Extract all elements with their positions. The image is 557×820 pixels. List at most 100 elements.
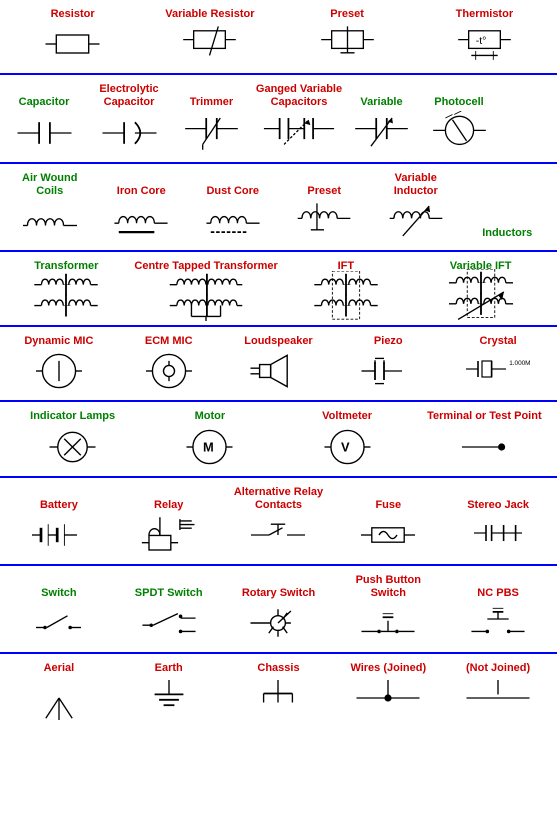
symbol-variable-cap <box>354 112 409 154</box>
symbol-relay-contacts <box>248 514 308 556</box>
symbol-chassis <box>256 677 300 719</box>
cell-air-coil: Air Wound Coils <box>4 170 96 244</box>
cell-thermistor: Thermistor <box>416 6 553 67</box>
label-wires-not-joined: (Not Joined) <box>466 662 530 675</box>
section-switches: Switch SPDT Switch Rotary Switch Push Bu… <box>0 566 557 654</box>
cell-inductors-label: Inductors <box>462 225 554 244</box>
cell-rotary: Rotary Switch <box>224 585 334 646</box>
symbol-piezo <box>361 350 416 392</box>
symbol-rotary <box>248 602 308 644</box>
cell-motor: Motor <box>141 408 278 469</box>
label-voltmeter: Voltmeter <box>322 410 372 423</box>
cell-battery: Battery <box>4 497 114 558</box>
cell-earth: Earth <box>114 660 224 721</box>
cell-speaker: Loudspeaker <box>224 333 334 394</box>
symbol-variable-resistor <box>182 23 237 65</box>
cell-variable-resistor: Variable Resistor <box>141 6 278 67</box>
section-connections: Aerial Earth Chassis Wires (Joined) (Not… <box>0 654 557 727</box>
label-air-coil: Air Wound Coils <box>8 172 92 198</box>
label-spdt: SPDT Switch <box>135 587 203 600</box>
cell-switch: Switch <box>4 585 114 646</box>
label-variable-cap: Variable <box>360 96 402 109</box>
symbol-lamp <box>45 426 100 468</box>
cell-wires-not-joined: (Not Joined) <box>443 660 553 721</box>
cell-resistor: Resistor <box>4 6 141 67</box>
symbol-spdt <box>139 602 199 644</box>
symbol-variable-inductor <box>386 200 446 242</box>
label-dynamic-mic: Dynamic MIC <box>24 335 93 348</box>
symbol-ganged <box>259 112 339 154</box>
symbol-relay <box>139 514 199 556</box>
section-resistors: Resistor Variable Resistor Preset Thermi… <box>0 0 557 75</box>
label-battery: Battery <box>40 499 78 512</box>
section-battery: Battery Relay Alternative Relay Contacts… <box>0 478 557 566</box>
label-inductors: Inductors <box>482 227 532 240</box>
symbol-stereo-jack <box>468 514 528 556</box>
label-fuse: Fuse <box>375 499 401 512</box>
cell-ecm-mic: ECM MIC <box>114 333 224 394</box>
cell-transformer: Transformer <box>4 258 129 319</box>
symbol-air-coil <box>20 200 80 242</box>
label-ecm-mic: ECM MIC <box>145 335 193 348</box>
label-preset: Preset <box>330 8 364 21</box>
symbol-battery <box>29 514 89 556</box>
section-capacitors: Capacitor Electrolytic Capacitor Trimmer… <box>0 75 557 163</box>
cell-ift: IFT <box>284 258 409 319</box>
label-photocell: Photocell <box>434 96 484 109</box>
label-motor: Motor <box>195 410 226 423</box>
label-speaker: Loudspeaker <box>244 335 312 348</box>
symbol-ift <box>311 275 381 317</box>
label-test-point: Terminal or Test Point <box>427 410 542 423</box>
label-chassis: Chassis <box>257 662 299 675</box>
cell-preset-inductor: Preset <box>279 183 371 244</box>
symbol-electrolytic <box>102 112 157 154</box>
label-stereo-jack: Stereo Jack <box>467 499 529 512</box>
symbol-switch <box>31 602 86 644</box>
cell-ganged: Ganged Variable Capacitors <box>249 81 349 155</box>
symbol-thermistor <box>457 23 512 65</box>
symbol-aerial <box>39 677 79 719</box>
symbol-voltmeter <box>320 426 375 468</box>
label-switch: Switch <box>41 587 76 600</box>
cell-electrolytic: Electrolytic Capacitor <box>84 81 174 155</box>
label-iron-core: Iron Core <box>117 185 166 198</box>
cell-relay: Relay <box>114 497 224 558</box>
symbol-centre-tapped <box>166 275 246 317</box>
symbol-variable-ift <box>446 275 516 317</box>
symbol-iron-core <box>111 200 171 242</box>
symbol-capacitor <box>17 112 72 154</box>
label-push-button: Push Button Switch <box>337 574 439 600</box>
cell-aerial: Aerial <box>4 660 114 721</box>
label-variable-resistor: Variable Resistor <box>165 8 254 21</box>
label-preset-inductor: Preset <box>307 185 341 198</box>
symbol-motor <box>182 426 237 468</box>
cell-preset: Preset <box>279 6 416 67</box>
symbol-speaker <box>248 350 308 392</box>
cell-dust-core: Dust Core <box>187 183 279 244</box>
cell-piezo: Piezo <box>333 333 443 394</box>
symbol-transformer <box>31 275 101 317</box>
label-thermistor: Thermistor <box>456 8 513 21</box>
symbol-nc-pbs <box>468 602 528 644</box>
label-rotary: Rotary Switch <box>242 587 315 600</box>
label-crystal: Crystal <box>479 335 516 348</box>
section-inductors: Air Wound Coils Iron Core Dust Core Pres… <box>0 164 557 252</box>
label-resistor: Resistor <box>51 8 95 21</box>
cell-spdt: SPDT Switch <box>114 585 224 646</box>
symbol-dust-core <box>203 200 263 242</box>
symbol-push-button <box>358 602 418 644</box>
label-ganged: Ganged Variable Capacitors <box>253 83 345 109</box>
label-wires-joined: Wires (Joined) <box>350 662 426 675</box>
symbol-preset-inductor <box>294 200 354 242</box>
cell-trimmer: Trimmer <box>174 94 249 155</box>
cell-variable-ift: Variable IFT <box>408 258 553 319</box>
cell-test-point: Terminal or Test Point <box>416 408 553 469</box>
cell-voltmeter: Voltmeter <box>279 408 416 469</box>
label-relay-contacts: Alternative Relay Contacts <box>228 486 330 512</box>
cell-photocell: Photocell <box>414 94 504 155</box>
cell-variable-cap: Variable <box>349 94 414 155</box>
symbol-dynamic-mic <box>34 350 84 392</box>
cell-relay-contacts: Alternative Relay Contacts <box>224 484 334 558</box>
label-dust-core: Dust Core <box>206 185 259 198</box>
symbol-wires-joined <box>353 677 423 719</box>
